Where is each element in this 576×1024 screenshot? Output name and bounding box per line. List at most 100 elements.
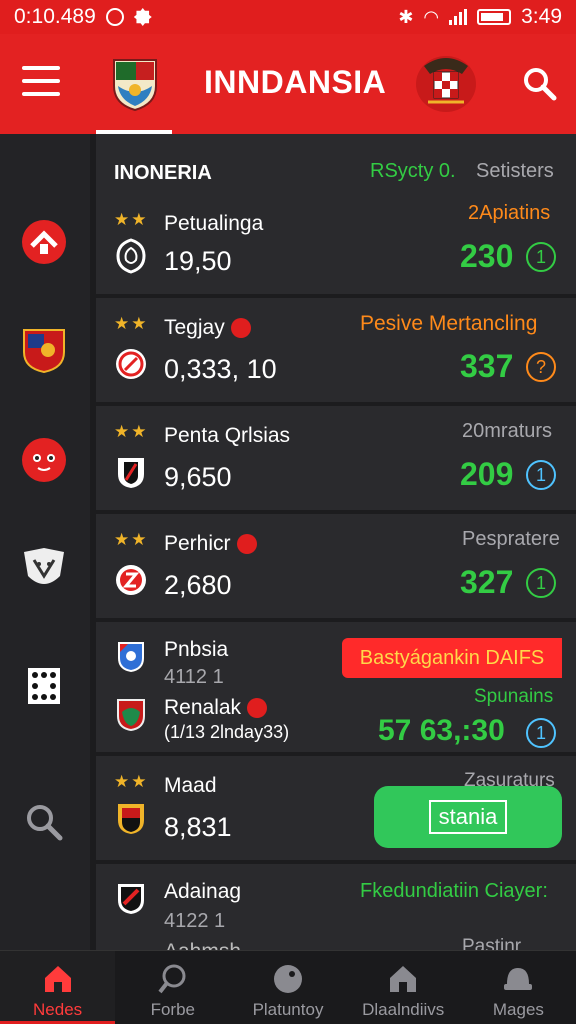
score-value: 209 xyxy=(460,456,514,492)
home-badge-icon[interactable] xyxy=(20,218,68,266)
score-value: 327 xyxy=(460,564,514,600)
team-value: 4122 1 xyxy=(164,910,226,932)
team-value: 4112 1 xyxy=(164,666,224,688)
nav-label: Dlaalndiivs xyxy=(362,1000,445,1019)
match-date: (1/13 2lnday33) xyxy=(164,722,290,742)
status-right: ✱ ◠ 3:49 xyxy=(398,5,562,29)
card-tag: Pesive Mertancling xyxy=(360,312,538,335)
record-icon xyxy=(105,8,124,26)
team-name: Adainag xyxy=(164,880,242,903)
team-name: Petualinga xyxy=(164,212,264,235)
team-name: Maad xyxy=(164,774,217,797)
card-tag: Fkedundiatiin Ciayer: xyxy=(360,880,548,902)
rating-stars: ★★ xyxy=(114,772,149,791)
section-link[interactable]: RSycty 0. xyxy=(370,160,456,183)
card-tag: 20mraturs xyxy=(462,420,553,442)
score-value: 337 xyxy=(460,348,514,384)
team-name-secondary: Aahmsh xyxy=(164,940,241,950)
nav-label: Forbe xyxy=(150,1000,196,1019)
list-card[interactable]: ★★ Perhicr 2,680 Pespratere 327 1 xyxy=(96,514,576,618)
signal-icon xyxy=(449,9,468,25)
wifi-icon: ◠ xyxy=(423,6,440,27)
team-value: 8,831 xyxy=(164,812,232,842)
team-name-secondary: Renalak xyxy=(164,696,268,720)
crest-icon xyxy=(118,884,144,914)
crest-icon xyxy=(117,699,145,732)
gear-icon xyxy=(133,8,152,26)
promo-banner[interactable]: Bastyágankin DAIFS xyxy=(342,638,562,678)
house-icon xyxy=(390,966,417,992)
section-title: INONERIA xyxy=(114,162,212,184)
help-badge[interactable]: ? xyxy=(526,352,556,382)
nav-item-dlaalndiivs[interactable]: Dlaalndiivs xyxy=(346,951,461,1024)
shield-outline-icon xyxy=(116,238,146,274)
team-name: Penta Qrlsias xyxy=(164,424,291,447)
flag-badge-icon xyxy=(230,318,251,339)
crest-icon xyxy=(116,565,146,595)
list-card[interactable]: Adainag 4122 1 Fkedundiatiin Ciayer: Aah… xyxy=(96,864,576,950)
card-tag: Spunains xyxy=(474,686,554,707)
status-bar: 0:10.489 ✱ ◠ 3:49 xyxy=(0,0,576,34)
nav-item-forbe[interactable]: Forbe xyxy=(115,951,230,1024)
match-list: INONERIA RSycty 0. Setisters ★★ Petualin… xyxy=(94,134,576,950)
crest-icon xyxy=(118,804,144,834)
flag-badge-icon xyxy=(247,698,268,719)
crest-icon xyxy=(116,349,146,379)
club-logo-icon[interactable] xyxy=(110,56,160,112)
nav-label: Platuntoy xyxy=(252,1000,324,1019)
list-card[interactable]: ★★ Penta Qrlsias 9,650 20mraturs 209 1 xyxy=(96,406,576,510)
status-time-left: 0:10.489 xyxy=(14,5,96,28)
info-badge[interactable]: 1 xyxy=(526,718,556,748)
team-value: 2,680 xyxy=(164,570,232,600)
score-value: 230 xyxy=(460,238,514,274)
cta-button-label: stania xyxy=(428,800,508,834)
rating-stars: ★★ xyxy=(114,422,149,441)
nav-label: Nedes xyxy=(33,1000,83,1019)
team-name: Perhicr xyxy=(164,532,257,556)
card-tag-secondary: Pastinr xyxy=(462,936,522,950)
bluetooth-icon: ✱ xyxy=(398,6,414,27)
hat-icon xyxy=(504,968,533,990)
team-name: Pnbsia xyxy=(164,638,229,661)
card-tag: 2Apiatins xyxy=(468,202,551,224)
nav-item-platuntoy[interactable]: Platuntoy xyxy=(230,951,345,1024)
search-icon[interactable] xyxy=(520,64,560,104)
battery-icon xyxy=(477,9,512,25)
info-badge[interactable]: 1 xyxy=(526,242,556,272)
face-icon[interactable] xyxy=(20,436,68,484)
list-card[interactable]: Pnbsia 4112 1 Renalak (1/13 2lnday33) Ba… xyxy=(96,622,576,752)
section-aux[interactable]: Setisters xyxy=(476,160,554,183)
ball-icon xyxy=(274,965,302,993)
national-emblem-icon[interactable] xyxy=(414,48,478,114)
nav-item-mages[interactable]: Mages xyxy=(461,951,576,1024)
dice-icon[interactable] xyxy=(20,662,68,710)
rating-stars: ★★ xyxy=(114,530,149,549)
club-crest-icon[interactable] xyxy=(20,326,68,374)
nav-item-nedes[interactable]: Nedes xyxy=(0,951,116,1024)
card-tag: Pespratere xyxy=(462,528,560,550)
list-card[interactable]: INONERIA RSycty 0. Setisters ★★ Petualin… xyxy=(96,134,576,294)
sidebar xyxy=(0,134,90,950)
info-badge[interactable]: 1 xyxy=(526,460,556,490)
team-value: 9,650 xyxy=(164,462,232,492)
score-value: 57 63,:30 xyxy=(378,714,505,747)
cta-button[interactable]: stania xyxy=(374,786,562,848)
crest-icon xyxy=(118,458,144,488)
crest-icon xyxy=(118,642,144,672)
app-header: INNDANSIA xyxy=(0,34,576,134)
menu-icon[interactable] xyxy=(22,66,60,96)
home-icon xyxy=(44,966,71,992)
list-card[interactable]: ★★ Tegjay 0,333, 10 Pesive Mertancling 3… xyxy=(96,298,576,402)
team-value: 19,50 xyxy=(164,246,232,276)
magnifier-icon xyxy=(158,964,186,994)
status-time-right: 3:49 xyxy=(521,5,562,28)
sidebar-search-icon[interactable] xyxy=(20,798,68,846)
list-card[interactable]: ★★ Maad 8,831 Zasuraturs stania xyxy=(96,756,576,860)
rating-stars: ★★ xyxy=(114,210,149,229)
wolf-crest-icon[interactable] xyxy=(20,546,68,594)
bottom-nav: Nedes Forbe Platuntoy Dlaalndiivs Mages xyxy=(0,950,576,1024)
nav-label: Mages xyxy=(492,1000,544,1019)
app-title: INNDANSIA xyxy=(204,64,387,100)
info-badge[interactable]: 1 xyxy=(526,568,556,598)
team-name: Tegjay xyxy=(164,316,251,340)
